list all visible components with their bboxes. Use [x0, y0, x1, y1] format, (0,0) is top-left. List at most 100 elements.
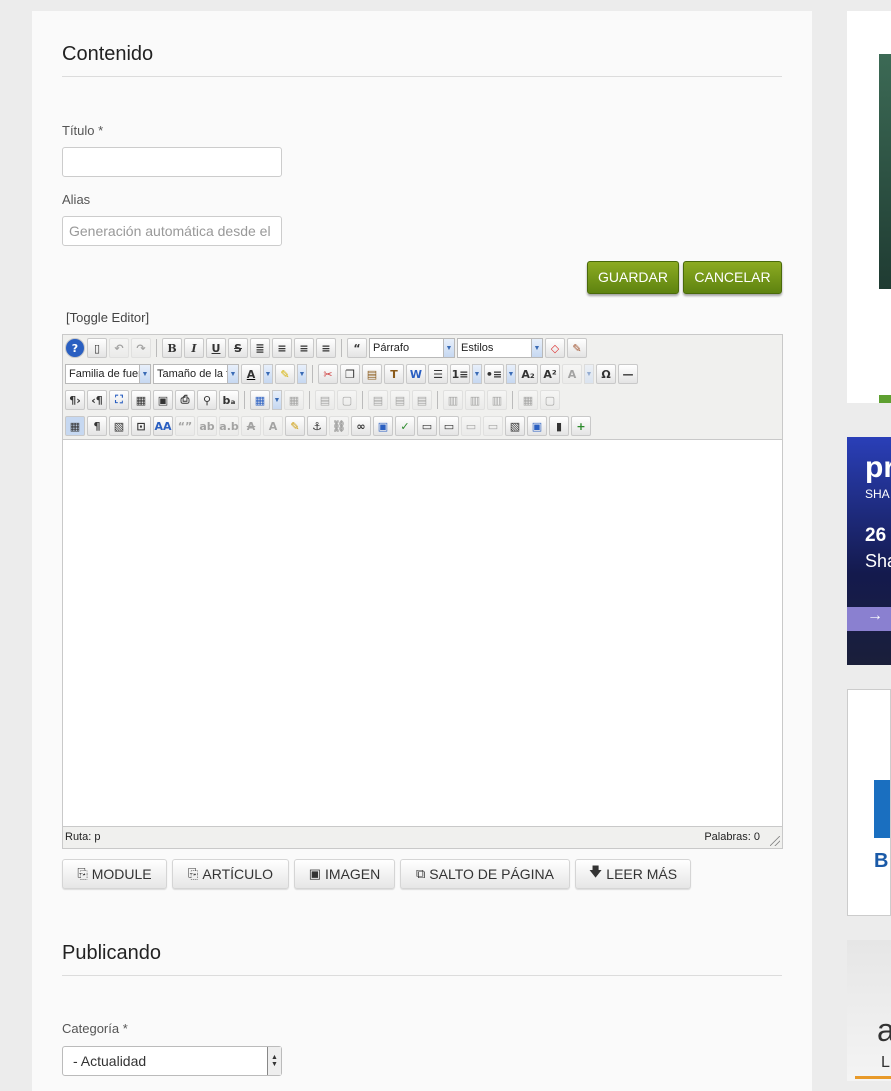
align-left-icon[interactable]: ≡: [294, 338, 314, 358]
horizontal-rule-icon[interactable]: —: [618, 364, 638, 384]
toggle-editor-link[interactable]: [Toggle Editor]: [66, 310, 149, 325]
bullet-list-icon[interactable]: •≡: [484, 364, 504, 384]
search-icon[interactable]: ⚲: [197, 390, 217, 410]
imagen-button[interactable]: ▣ IMAGEN: [294, 859, 395, 889]
align-center-icon[interactable]: ≡: [272, 338, 292, 358]
leer-mas-button[interactable]: 🡇 LEER MÁS: [575, 859, 691, 889]
spellcheck-icon[interactable]: ✓: [395, 416, 415, 436]
insert-col-after-icon[interactable]: ▥: [465, 390, 485, 410]
paste-word-icon[interactable]: W: [406, 364, 426, 384]
move-forward-icon[interactable]: ▭: [461, 416, 481, 436]
bullet-list-dropdown-icon[interactable]: ▼: [506, 364, 516, 384]
print-icon[interactable]: ⎙: [175, 390, 195, 410]
underline-icon[interactable]: U: [206, 338, 226, 358]
insert-row-after-icon[interactable]: ▤: [390, 390, 410, 410]
highlight-dropdown-icon[interactable]: ▼: [297, 364, 307, 384]
paste-text-icon[interactable]: T: [384, 364, 404, 384]
visual-aid-icon[interactable]: ▦: [65, 416, 85, 436]
show-blocks-icon[interactable]: ¶: [87, 416, 107, 436]
abbr-icon[interactable]: ab: [197, 416, 217, 436]
unlink-icon[interactable]: ⛓: [329, 416, 349, 436]
table-icon[interactable]: ▦: [250, 390, 270, 410]
subscript-icon[interactable]: A₂: [518, 364, 538, 384]
resize-grip-icon[interactable]: [770, 836, 780, 846]
superscript-icon[interactable]: A²: [540, 364, 560, 384]
eraser-icon[interactable]: ◇: [545, 338, 565, 358]
special-character-icon[interactable]: Ω: [596, 364, 616, 384]
media-icon[interactable]: ▣: [527, 416, 547, 436]
font-size-icon[interactable]: A: [562, 364, 582, 384]
help-icon[interactable]: ?: [65, 338, 85, 358]
cite-icon[interactable]: “”: [175, 416, 195, 436]
fullscreen-icon[interactable]: ⛶: [109, 390, 129, 410]
rtl-icon[interactable]: ‹¶: [87, 390, 107, 410]
strikethrough-icon[interactable]: S: [228, 338, 248, 358]
ad-banner-4[interactable]: a L: [847, 940, 891, 1081]
table-dropdown-icon[interactable]: ▼: [272, 390, 282, 410]
video-icon[interactable]: ▮: [549, 416, 569, 436]
copy-icon[interactable]: ❐: [340, 364, 360, 384]
salto-de-pagina-button[interactable]: ⧉ SALTO DE PÁGINA: [400, 859, 570, 889]
bold-icon[interactable]: B: [162, 338, 182, 358]
del-icon[interactable]: A: [241, 416, 261, 436]
preview-icon[interactable]: ▦: [131, 390, 151, 410]
ad-banner-2[interactable]: pr SHA 26 Sha →: [847, 437, 891, 665]
text-color-icon[interactable]: A: [241, 364, 261, 384]
move-backward-icon[interactable]: ▭: [483, 416, 503, 436]
row-props-icon[interactable]: ▤: [315, 390, 335, 410]
module-button[interactable]: ⎘ MODULE: [62, 859, 167, 889]
articulo-button[interactable]: ⎘ ARTÍCULO: [172, 859, 289, 889]
titulo-input[interactable]: [62, 147, 282, 177]
align-right-icon[interactable]: ≡: [316, 338, 336, 358]
alias-input[interactable]: [62, 216, 282, 246]
ltr-icon[interactable]: ¶›: [65, 390, 85, 410]
layer-icon[interactable]: ▭: [439, 416, 459, 436]
split-cells-icon[interactable]: ▦: [518, 390, 538, 410]
font-size-select[interactable]: Tamaño de la f ▼: [153, 364, 239, 384]
numbered-list-icon[interactable]: 1≡: [450, 364, 470, 384]
delete-row-icon[interactable]: ▤: [412, 390, 432, 410]
ins-icon[interactable]: A: [263, 416, 283, 436]
paste-icon[interactable]: ▤: [362, 364, 382, 384]
merge-cells-icon[interactable]: ▢: [540, 390, 560, 410]
hr-insert-icon[interactable]: ▭: [417, 416, 437, 436]
insert-file-icon[interactable]: +: [571, 416, 591, 436]
redo-icon[interactable]: ↷: [131, 338, 151, 358]
styles-select[interactable]: Estilos ▼: [457, 338, 543, 358]
anchor-icon[interactable]: ⚓: [307, 416, 327, 436]
acronym-icon[interactable]: a.b: [219, 416, 239, 436]
categoria-select[interactable]: - Actualidad ▲ ▼: [62, 1046, 282, 1076]
styles-icon[interactable]: AA: [153, 416, 173, 436]
replace-icon[interactable]: bₐ: [219, 390, 239, 410]
italic-icon[interactable]: I: [184, 338, 204, 358]
insert-row-before-icon[interactable]: ▤: [368, 390, 388, 410]
cancelar-button[interactable]: CANCELAR: [683, 261, 782, 294]
delete-col-icon[interactable]: ▥: [487, 390, 507, 410]
text-color-dropdown-icon[interactable]: ▼: [263, 364, 273, 384]
link-icon[interactable]: ∞: [351, 416, 371, 436]
attribs-icon[interactable]: ✎: [285, 416, 305, 436]
insert-col-before-icon[interactable]: ▥: [443, 390, 463, 410]
nonbreaking-icon[interactable]: ⊡: [131, 416, 151, 436]
font-family-select[interactable]: Familia de fuer ▼: [65, 364, 151, 384]
image-insert-icon[interactable]: ▣: [373, 416, 393, 436]
absolute-icon[interactable]: ▧: [505, 416, 525, 436]
numbered-list-dropdown-icon[interactable]: ▼: [472, 364, 482, 384]
delete-table-icon[interactable]: ▦: [284, 390, 304, 410]
template-insert-icon[interactable]: ▧: [109, 416, 129, 436]
cut-icon[interactable]: ✂: [318, 364, 338, 384]
ad-banner-3[interactable]: B: [847, 689, 891, 916]
guardar-button[interactable]: GUARDAR: [587, 261, 679, 294]
highlight-color-icon[interactable]: ✎: [275, 364, 295, 384]
select-all-icon[interactable]: ☰: [428, 364, 448, 384]
font-size-dropdown-icon[interactable]: ▼: [584, 364, 594, 384]
blockquote-icon[interactable]: “: [347, 338, 367, 358]
template-icon[interactable]: ▣: [153, 390, 173, 410]
cleanup-broom-icon[interactable]: ✎: [567, 338, 587, 358]
format-select[interactable]: Párrafo ▼: [369, 338, 455, 358]
undo-icon[interactable]: ↶: [109, 338, 129, 358]
cell-props-icon[interactable]: ▢: [337, 390, 357, 410]
ad-banner-1[interactable]: [847, 11, 891, 403]
justify-icon[interactable]: ≣: [250, 338, 270, 358]
new-document-icon[interactable]: ▯: [87, 338, 107, 358]
